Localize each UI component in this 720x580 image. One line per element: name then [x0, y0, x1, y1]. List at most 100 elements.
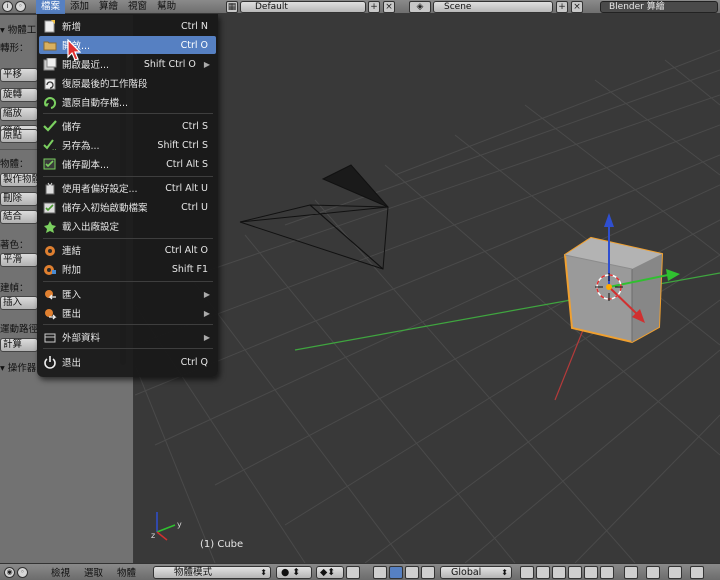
viewport-shading-dropdown[interactable]: ● ⬍: [276, 566, 312, 579]
export-icon: [41, 305, 59, 321]
origin-button[interactable]: 原點: [0, 129, 38, 143]
menu-object[interactable]: 物體: [110, 565, 143, 579]
layer-button[interactable]: [600, 566, 614, 579]
svg-text:z: z: [151, 531, 155, 540]
menu-item-save-as[interactable]: ... 另存為... Shift Ctrl S: [39, 136, 216, 154]
join-button[interactable]: 結合: [0, 210, 38, 224]
add-scene-icon[interactable]: +: [556, 1, 568, 13]
smooth-button[interactable]: 平滑: [0, 253, 38, 267]
lock-layers-icon[interactable]: [624, 566, 638, 579]
delete-button[interactable]: 刪除: [0, 192, 38, 206]
menu-render[interactable]: 算繪: [94, 0, 123, 14]
menu-item-recover-last[interactable]: 復原最後的工作階段: [39, 74, 216, 92]
insert-keyframe-button[interactable]: 插入: [0, 296, 38, 310]
operator-header[interactable]: ▾ 操作器: [0, 360, 36, 374]
manipulator-on-icon[interactable]: [373, 566, 387, 579]
scene-field[interactable]: Scene: [433, 1, 553, 13]
folder-open-icon: [41, 37, 59, 53]
scale-button[interactable]: 縮放: [0, 107, 38, 121]
menu-item-factory-settings[interactable]: 載入出廠設定: [39, 217, 216, 235]
menu-add[interactable]: 添加: [65, 0, 94, 14]
remove-scene-icon[interactable]: ×: [571, 1, 583, 13]
3d-view-editor-icon: ◉: [4, 566, 15, 578]
layer-button[interactable]: [552, 566, 566, 579]
rotate-button[interactable]: 旋轉: [0, 88, 38, 102]
snap-element-icon[interactable]: [690, 566, 704, 579]
calculate-button[interactable]: 計算: [0, 338, 38, 352]
save-check-icon: [41, 118, 59, 134]
render-engine-dropdown[interactable]: Blender 算繪: [600, 1, 718, 13]
collapse-menus-icon[interactable]: ◦: [15, 1, 26, 12]
menu-separator: [43, 176, 213, 177]
3d-viewport[interactable]: z y (1) Cube: [135, 15, 720, 563]
add-screen-icon[interactable]: +: [368, 1, 380, 13]
snap-icon[interactable]: [668, 566, 682, 579]
proportional-edit-icon[interactable]: [646, 566, 660, 579]
pivot-point-dropdown[interactable]: ◆⬍: [316, 566, 344, 579]
screen-layout-field[interactable]: Default: [240, 1, 366, 13]
blender-window: i ◦ 檔案 添加 算繪 視窗 幫助 ▦ Default + × ◈ Scene…: [0, 0, 720, 580]
transform-label: 轉形：: [0, 43, 29, 54]
menu-separator: [43, 348, 213, 349]
menu-item-append[interactable]: 附加 Shift F1: [39, 260, 216, 278]
menu-separator: [43, 113, 213, 114]
menu-item-open-recent[interactable]: 開啟最近... Shift Ctrl O ▶: [39, 55, 216, 73]
menu-item-external-data[interactable]: 外部資料 ▶: [39, 328, 216, 346]
menu-item-import[interactable]: 匯入 ▶: [39, 285, 216, 303]
scale-manipulator-icon[interactable]: [421, 566, 435, 579]
shading-label: 著色：: [0, 240, 29, 251]
layer-button[interactable]: [568, 566, 582, 579]
submenu-arrow-icon: ▶: [203, 289, 210, 299]
mode-dropdown[interactable]: 物體模式 ⬍: [153, 566, 271, 579]
save-copy-icon: [41, 156, 59, 172]
menu-item-export[interactable]: 匯出 ▶: [39, 304, 216, 322]
tool-shelf-header[interactable]: ▾ 物體工: [0, 22, 36, 36]
active-object-label: (1) Cube: [200, 539, 244, 550]
motion-path-label: 運動路徑: [0, 324, 39, 335]
collapse-menus-icon[interactable]: ◦: [17, 566, 28, 578]
append-blend-icon: [41, 261, 59, 277]
menu-separator: [43, 238, 213, 239]
factory-settings-icon: [41, 218, 59, 234]
separator: [0, 149, 40, 150]
save-startup-icon: [41, 199, 59, 215]
scene-selector-icon[interactable]: ◈: [409, 1, 431, 13]
menu-window[interactable]: 視窗: [123, 0, 152, 14]
menu-item-save[interactable]: 儲存 Ctrl S: [39, 117, 216, 135]
camera-object[interactable]: [239, 164, 389, 270]
menu-item-quit[interactable]: 退出 Ctrl Q: [39, 353, 216, 371]
menu-item-link[interactable]: 連結 Ctrl Alt O: [39, 241, 216, 259]
menu-file[interactable]: 檔案: [36, 0, 66, 14]
menu-item-preferences[interactable]: 使用者偏好設定... Ctrl Alt U: [39, 179, 216, 197]
editor-type-selector[interactable]: i ◦: [2, 1, 36, 13]
layer-button[interactable]: [520, 566, 534, 579]
menu-item-save-copy[interactable]: 儲存副本... Ctrl Alt S: [39, 155, 216, 173]
menu-item-new[interactable]: 新增 Ctrl N: [39, 17, 216, 35]
menu-item-open[interactable]: 開啟... Ctrl O: [39, 36, 216, 54]
layer-button[interactable]: [584, 566, 598, 579]
remove-screen-icon[interactable]: ×: [383, 1, 395, 13]
transform-orientation-dropdown[interactable]: Global ⬍: [440, 566, 512, 579]
save-as-icon: ...: [41, 137, 59, 153]
dropdown-arrow-icon: ⬍: [260, 568, 267, 577]
menu-view[interactable]: 檢視: [44, 565, 77, 579]
menu-help[interactable]: 幫助: [152, 0, 181, 14]
rotate-manipulator-icon[interactable]: [405, 566, 419, 579]
manipulator-toggle-icon[interactable]: [346, 566, 360, 579]
svg-text:y: y: [177, 520, 182, 529]
editor-type-selector[interactable]: ◉ ◦: [4, 566, 44, 578]
info-editor-icon: i: [2, 1, 13, 12]
submenu-arrow-icon: ▶: [203, 308, 210, 318]
file-menu-dropdown: 新增 Ctrl N 開啟... Ctrl O 開啟最近... Shift Ctr…: [37, 14, 218, 377]
3d-view-header: ◉ ◦ 檢視 選取 物體 物體模式 ⬍ ● ⬍ ◆⬍ Global ⬍: [0, 563, 720, 580]
keyframe-label: 建幀：: [0, 283, 29, 294]
menu-select[interactable]: 選取: [77, 565, 110, 579]
translate-button[interactable]: 平移: [0, 68, 38, 82]
recent-files-icon: [41, 56, 59, 72]
layer-button[interactable]: [536, 566, 550, 579]
make-object-button[interactable]: 製作物體: [0, 173, 38, 187]
translate-manipulator-icon[interactable]: [389, 566, 403, 579]
menu-item-recover-auto[interactable]: 還原自動存檔...: [39, 93, 216, 111]
menu-item-save-startup[interactable]: 儲存入初始啟動檔案 Ctrl U: [39, 198, 216, 216]
screen-layout-icon[interactable]: ▦: [226, 1, 238, 13]
